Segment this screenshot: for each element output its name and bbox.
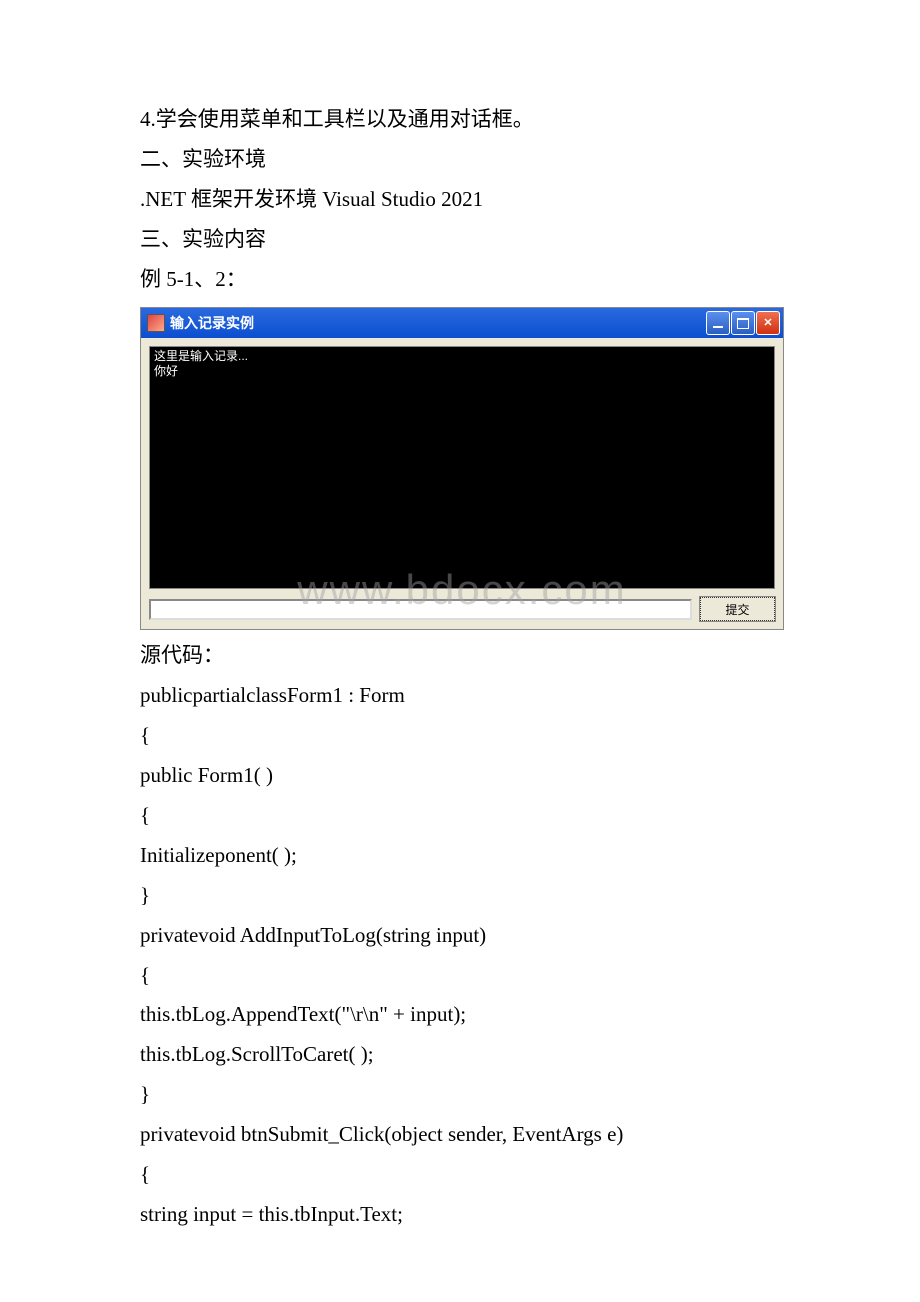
code-line: this.tbLog.AppendText("\r\n" + input);	[140, 995, 790, 1035]
log-line: 这里是输入记录...	[154, 349, 770, 364]
close-button[interactable]	[756, 311, 780, 335]
paragraph-goal: 4.学会使用菜单和工具栏以及通用对话框。	[140, 100, 790, 140]
log-textbox[interactable]: 这里是输入记录... 你好	[149, 346, 775, 589]
code-line: string input = this.tbInput.Text;	[140, 1195, 790, 1235]
code-line: Initializeponent( );	[140, 836, 790, 876]
minimize-button[interactable]	[706, 311, 730, 335]
code-line: {	[140, 1155, 790, 1195]
code-line: publicpartialclassForm1 : Form	[140, 676, 790, 716]
paragraph-example-ref: 例 5-1、2：	[140, 260, 790, 300]
log-line: 你好	[154, 364, 770, 379]
code-line: privatevoid AddInputToLog(string input)	[140, 916, 790, 956]
code-line: }	[140, 876, 790, 916]
app-window: 输入记录实例 这里是输入记录... 你好 提交 www.bdocx.com	[140, 307, 784, 630]
app-icon	[147, 314, 165, 332]
window-titlebar: 输入记录实例	[141, 308, 783, 338]
submit-button[interactable]: 提交	[700, 597, 775, 621]
code-line: {	[140, 956, 790, 996]
heading-environment: 二、实验环境	[140, 140, 790, 180]
maximize-button[interactable]	[731, 311, 755, 335]
code-line: privatevoid btnSubmit_Click(object sende…	[140, 1115, 790, 1155]
paragraph-environment: .NET 框架开发环境 Visual Studio 2021	[140, 180, 790, 220]
input-textbox[interactable]	[149, 599, 692, 620]
source-code-heading: 源代码：	[140, 636, 790, 676]
code-line: {	[140, 716, 790, 756]
code-line: }	[140, 1075, 790, 1115]
code-line: public Form1( )	[140, 756, 790, 796]
heading-content: 三、实验内容	[140, 220, 790, 260]
code-line: this.tbLog.ScrollToCaret( );	[140, 1035, 790, 1075]
window-client-area: 这里是输入记录... 你好 提交	[141, 338, 783, 629]
code-line: {	[140, 796, 790, 836]
window-title: 输入记录实例	[170, 310, 706, 337]
close-icon	[763, 313, 772, 334]
